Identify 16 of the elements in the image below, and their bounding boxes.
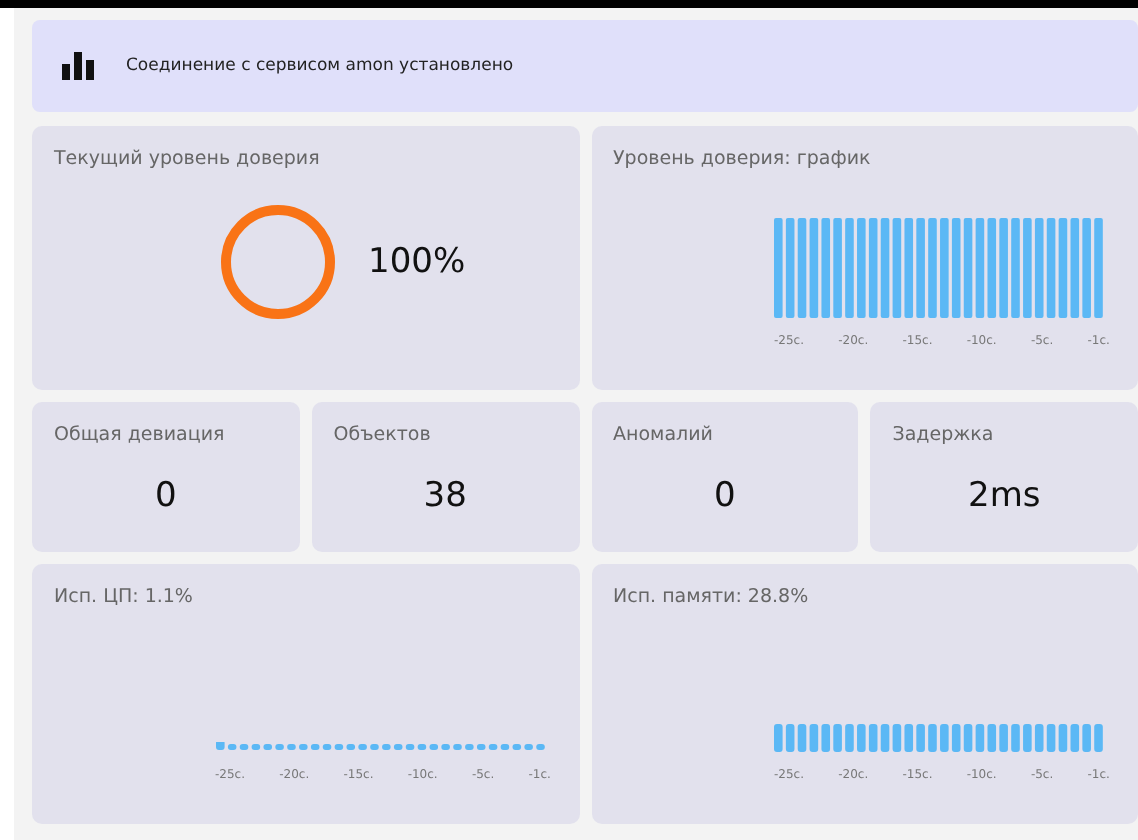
stat-label: Задержка	[892, 424, 994, 446]
card-title: Исп. ЦП: 1.1%	[54, 586, 193, 608]
card-title: Исп. памяти: 28.8%	[613, 586, 809, 608]
ring-gauge	[218, 202, 338, 322]
trust-reading: 100%	[368, 242, 466, 282]
stat-value: 0	[154, 476, 177, 516]
stat-value: 0	[713, 476, 736, 516]
card-title: Уровень доверия: график	[613, 148, 871, 170]
stat-label: Объектов	[333, 424, 431, 446]
stat-label: Общая девиация	[54, 424, 225, 446]
bar-chart-icon	[62, 52, 94, 80]
stat-value: 38	[423, 476, 467, 516]
card-title: Текущий уровень доверия	[54, 148, 320, 170]
status-message: Соединение с сервисом amon установлено	[126, 56, 514, 76]
stat-value: 2ms	[968, 476, 1041, 516]
stat-label: Аномалий	[613, 424, 713, 446]
